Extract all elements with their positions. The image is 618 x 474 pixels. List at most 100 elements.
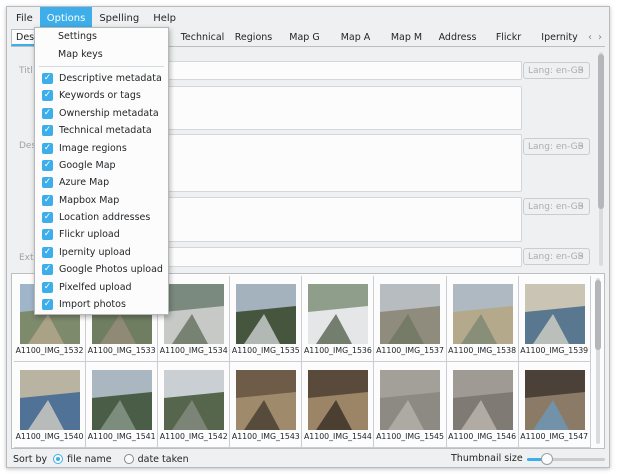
menu-item-map-keys[interactable]: Map keys <box>35 45 168 62</box>
menu-item-mapbox-map[interactable]: ✓ Mapbox Map <box>35 192 168 209</box>
checkbox-checked-icon[interactable]: ✓ <box>42 159 53 171</box>
checkbox-checked-icon[interactable]: ✓ <box>42 177 53 189</box>
thumbnail-image <box>164 370 225 430</box>
menu-item-label: Azure Map <box>59 177 110 189</box>
tab-address[interactable]: Address <box>432 29 483 46</box>
menu-item-ownership-metadata[interactable]: ✓ Ownership metadata <box>35 105 168 122</box>
thumbnail-size-label: Thumbnail size <box>451 453 523 464</box>
tab-regions[interactable]: Regions <box>228 29 279 46</box>
thumbnail-image <box>524 284 585 344</box>
thumbnail-item[interactable]: A1100_IMG_1537 <box>374 276 447 362</box>
description-lang-select[interactable]: Lang: en-GB ⌄ <box>523 138 590 155</box>
sort-filename-radio[interactable] <box>53 454 64 464</box>
thumbnail-item[interactable]: A1100_IMG_1545 <box>374 362 447 448</box>
thumbnail-item[interactable]: A1100_IMG_1541 <box>86 362 159 448</box>
checkbox-checked-icon[interactable]: ✓ <box>42 264 53 276</box>
menu-item-google-map[interactable]: ✓ Google Map <box>35 157 168 174</box>
menu-item-settings[interactable]: Settings <box>35 28 168 45</box>
thumbnail-caption: A1100_IMG_1544 <box>303 432 372 441</box>
menu-spelling[interactable]: Spelling <box>92 7 146 29</box>
tab-map-a[interactable]: Map A <box>330 29 381 46</box>
menu-item-label: Location addresses <box>59 212 151 224</box>
thumbnail-caption: A1100_IMG_1538 <box>448 346 517 355</box>
thumbnail-scrollbar[interactable] <box>594 278 602 444</box>
checkbox-checked-icon[interactable]: ✓ <box>42 299 53 311</box>
thumbnail-caption: A1100_IMG_1541 <box>87 432 156 441</box>
thumbnail-item[interactable]: A1100_IMG_1534 <box>158 276 231 362</box>
menu-item-import-photos[interactable]: ✓ Import photos <box>35 296 168 313</box>
menu-item-azure-map[interactable]: ✓ Azure Map <box>35 174 168 191</box>
sort-date-radio[interactable] <box>123 454 134 464</box>
checkbox-checked-icon[interactable]: ✓ <box>42 281 53 293</box>
menu-item-keywords-or-tags[interactable]: ✓ Keywords or tags <box>35 87 168 104</box>
sort-by-label: Sort by <box>13 453 48 465</box>
tab-ipernity[interactable]: Ipernity <box>534 29 585 46</box>
thumbnail-image <box>308 284 369 344</box>
menu-item-image-regions[interactable]: ✓ Image regions <box>35 139 168 156</box>
chevron-down-icon: ⌄ <box>577 64 585 74</box>
thumbnail-item[interactable]: A1100_IMG_1538 <box>446 276 519 362</box>
menu-item-technical-metadata[interactable]: ✓ Technical metadata <box>35 122 168 139</box>
thumbnail-item[interactable]: A1100_IMG_1539 <box>518 276 591 362</box>
thumbnail-size-slider[interactable] <box>527 453 605 465</box>
thumbnail-item[interactable]: A1100_IMG_1535 <box>230 276 303 362</box>
chevron-left-icon[interactable]: ‹ <box>588 32 592 43</box>
tab-map-m[interactable]: Map M <box>381 29 432 46</box>
form-scrollbar[interactable] <box>597 52 605 266</box>
menu-item-label: Ownership metadata <box>59 107 159 119</box>
thumbnail-image <box>380 284 441 344</box>
tab-map-g[interactable]: Map G <box>279 29 330 46</box>
menu-item-label: Pixelfed upload <box>59 281 132 293</box>
checkbox-checked-icon[interactable]: ✓ <box>42 125 53 137</box>
menu-item-ipernity-upload[interactable]: ✓ Ipernity upload <box>35 244 168 261</box>
tab-technical[interactable]: Technical <box>177 29 228 46</box>
thumbnail-item[interactable]: A1100_IMG_1543 <box>230 362 303 448</box>
checkbox-checked-icon[interactable]: ✓ <box>42 107 53 119</box>
menu-item-label: Google Photos upload <box>59 264 163 276</box>
menu-item-label: Flickr upload <box>59 229 120 241</box>
description-extra-field[interactable] <box>111 197 522 242</box>
thumbnail-item[interactable]: A1100_IMG_1540 <box>14 362 87 448</box>
menu-item-google-photos-upload[interactable]: ✓ Google Photos upload <box>35 261 168 278</box>
checkbox-checked-icon[interactable]: ✓ <box>42 246 53 258</box>
scrollbar-handle[interactable] <box>598 54 604 209</box>
title-field[interactable] <box>111 61 522 80</box>
checkbox-checked-icon[interactable]: ✓ <box>42 72 53 84</box>
menu-help[interactable]: Help <box>146 7 183 29</box>
description-extra-lang-select[interactable]: Lang: en-GB ⌄ <box>523 198 590 215</box>
menu-item-label: Google Map <box>59 159 116 171</box>
tab-flickr[interactable]: Flickr <box>483 29 534 46</box>
checkbox-checked-icon[interactable]: ✓ <box>42 194 53 206</box>
menu-item-pixelfed-upload[interactable]: ✓ Pixelfed upload <box>35 278 168 295</box>
menu-options[interactable]: Options <box>39 7 93 29</box>
description-field[interactable] <box>111 134 522 192</box>
thumbnail-image <box>92 370 153 430</box>
thumbnail-caption: A1100_IMG_1540 <box>15 432 84 441</box>
slider-handle[interactable] <box>540 453 553 465</box>
extended-field[interactable] <box>111 247 522 267</box>
title-extra-field[interactable] <box>111 86 522 130</box>
menu-item-location-addresses[interactable]: ✓ Location addresses <box>35 209 168 226</box>
thumbnail-image <box>524 370 585 430</box>
checkbox-checked-icon[interactable]: ✓ <box>42 229 53 241</box>
menu-item-descriptive-metadata[interactable]: ✓ Descriptive metadata <box>35 70 168 87</box>
thumbnail-caption: A1100_IMG_1547 <box>520 432 589 441</box>
scrollbar-handle[interactable] <box>595 280 601 350</box>
sort-filename-label[interactable]: file name <box>67 454 111 465</box>
menu-item-flickr-upload[interactable]: ✓ Flickr upload <box>35 226 168 243</box>
thumbnail-item[interactable]: A1100_IMG_1536 <box>302 276 375 362</box>
thumbnail-image <box>236 370 297 430</box>
thumbnail-item[interactable]: A1100_IMG_1547 <box>518 362 591 448</box>
menu-file[interactable]: File <box>9 7 40 29</box>
checkbox-checked-icon[interactable]: ✓ <box>42 142 53 154</box>
chevron-right-icon[interactable]: › <box>598 32 602 43</box>
checkbox-checked-icon[interactable]: ✓ <box>42 212 53 224</box>
thumbnail-item[interactable]: A1100_IMG_1542 <box>158 362 231 448</box>
thumbnail-item[interactable]: A1100_IMG_1544 <box>302 362 375 448</box>
title-lang-select[interactable]: Lang: en-GB ⌄ <box>523 62 590 79</box>
menu-item-label: Image regions <box>59 142 127 154</box>
checkbox-checked-icon[interactable]: ✓ <box>42 90 53 102</box>
thumbnail-item[interactable]: A1100_IMG_1546 <box>446 362 519 448</box>
extended-lang-select[interactable]: Lang: en-GB ⌄ <box>523 248 590 265</box>
sort-date-label[interactable]: date taken <box>138 454 189 465</box>
